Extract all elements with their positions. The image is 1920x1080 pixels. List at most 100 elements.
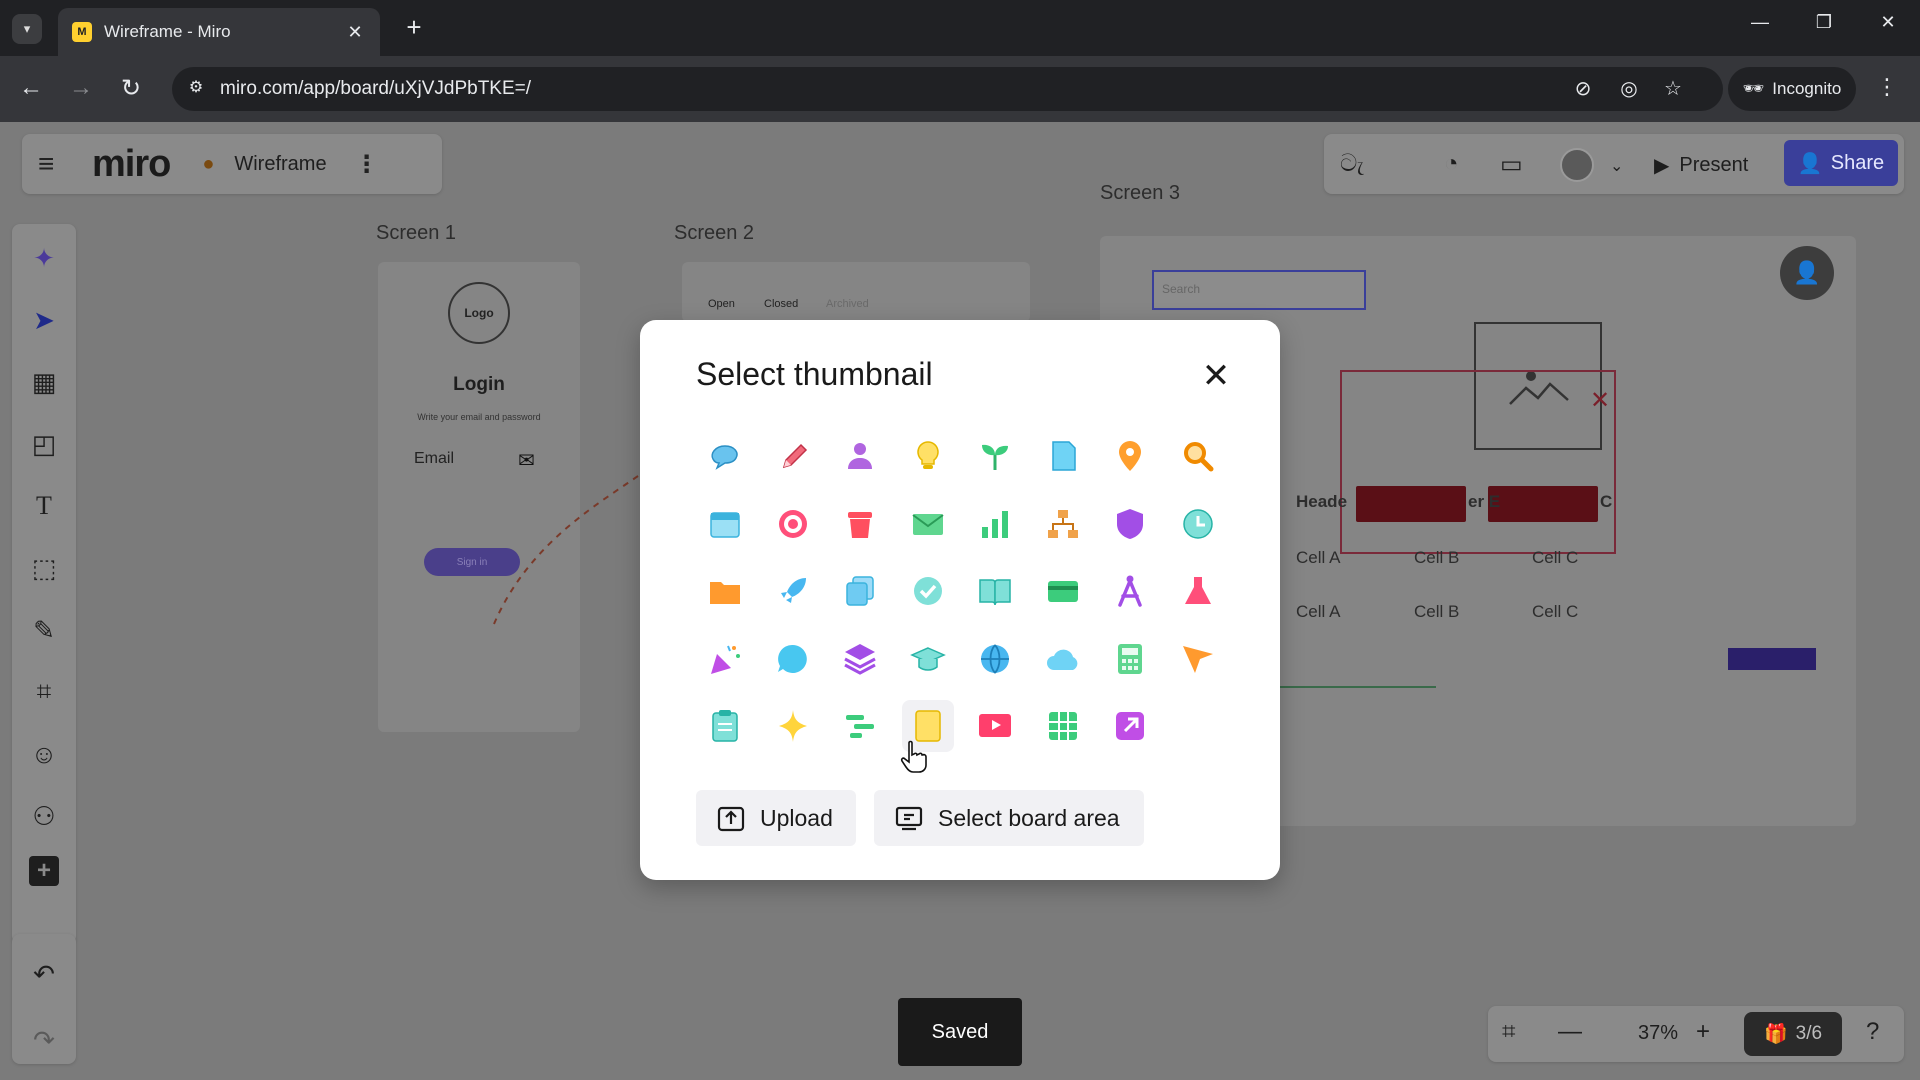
document-icon[interactable] (1037, 430, 1089, 482)
folder-icon[interactable] (699, 565, 751, 617)
chevron-down-icon[interactable]: ⌄ (1610, 156, 1623, 176)
user-avatar[interactable] (1560, 148, 1594, 182)
lightbulb-icon[interactable] (902, 430, 954, 482)
more-tools-icon[interactable]: + (29, 856, 59, 886)
help-icon[interactable]: ? (1866, 1018, 1879, 1046)
board-name[interactable]: Wireframe (234, 153, 326, 176)
tab-search-button[interactable]: ▾ (12, 14, 42, 44)
frame-icon[interactable]: ⌗ (22, 670, 66, 714)
calculator-icon-glyph (1118, 643, 1142, 674)
credit-card-icon[interactable] (1037, 565, 1089, 617)
site-settings-icon[interactable]: ⚙ (184, 77, 208, 101)
magnifier-icon[interactable] (1172, 430, 1224, 482)
grid-table-icon[interactable] (1037, 700, 1089, 752)
emoji-stickers-icon[interactable]: ☺ (22, 732, 66, 776)
external-link-icon[interactable] (1104, 700, 1156, 752)
undo-icon[interactable]: ↶ (22, 952, 66, 996)
clipboard-icon[interactable] (699, 700, 751, 752)
share-label: Share (1830, 151, 1885, 174)
timeline-icon[interactable] (834, 700, 886, 752)
layers-icon[interactable] (834, 633, 886, 685)
comments-icon[interactable]: ◔ (1444, 150, 1459, 178)
flask-icon[interactable] (1172, 565, 1224, 617)
browser-tab[interactable]: M Wireframe - Miro ✕ (58, 8, 380, 56)
video-icon[interactable] (969, 700, 1021, 752)
fit-to-screen-icon[interactable]: ⌗ (1502, 1018, 1516, 1046)
party-popper-icon-glyph (711, 645, 740, 674)
select-board-area-button[interactable]: Select board area (874, 790, 1144, 846)
pencil-icon[interactable] (767, 430, 819, 482)
board-options-icon[interactable]: ⋮ (355, 150, 379, 179)
book-icon[interactable] (969, 565, 1021, 617)
url-field[interactable]: ⚙ miro.com/app/board/uXjVJdPbTKE=/ ⊘ ◎ ☆ (172, 67, 1723, 111)
calculator-icon[interactable] (1104, 633, 1156, 685)
envelope-icon[interactable] (902, 498, 954, 550)
redo-icon[interactable]: ↷ (22, 1018, 66, 1062)
diagramming-icon[interactable]: ⚇ (22, 794, 66, 838)
shapes-icon[interactable]: ⬚ (22, 546, 66, 590)
globe-icon[interactable] (969, 633, 1021, 685)
reactions-icon[interactable]: ටැ (1340, 150, 1364, 178)
table-cell: Cell C (1532, 602, 1579, 621)
party-popper-icon[interactable] (699, 633, 751, 685)
person-icon[interactable] (834, 430, 886, 482)
location-pin-icon[interactable] (1104, 430, 1156, 482)
sparkle-icon[interactable] (767, 700, 819, 752)
dialog-close-icon[interactable]: ✕ (1196, 356, 1236, 396)
sticky-note-tool-icon[interactable]: ◰ (22, 422, 66, 466)
timeline-icon-glyph (846, 715, 874, 738)
sprout-icon[interactable] (969, 430, 1021, 482)
graduation-cap-icon[interactable] (902, 633, 954, 685)
new-tab-button[interactable]: + (398, 12, 430, 43)
speech-bubble-icon[interactable] (699, 430, 751, 482)
cloud-icon-glyph (1046, 649, 1077, 670)
table-cell: Cell A (1296, 548, 1341, 567)
flask-icon-glyph (1184, 577, 1211, 604)
no-camera-icon[interactable]: ⊘ (1568, 76, 1598, 101)
minimize-icon[interactable]: — (1740, 12, 1780, 33)
presentation-pages-button[interactable]: 🎁 3/6 (1744, 1012, 1842, 1056)
target-icon[interactable] (767, 498, 819, 550)
clock-icon[interactable] (1172, 498, 1224, 550)
zoom-in-icon[interactable]: + (1696, 1018, 1710, 1046)
templates-icon[interactable]: ▦ (22, 360, 66, 404)
share-user-icon: 👤 (1797, 152, 1823, 175)
upload-label: Upload (760, 804, 833, 831)
compass-icon[interactable] (1104, 565, 1156, 617)
chat-bubble-icon[interactable] (767, 633, 819, 685)
copy-icon[interactable] (834, 565, 886, 617)
ai-sparkle-icon[interactable]: ✦ (22, 236, 66, 280)
zoom-level[interactable]: 37% (1638, 1022, 1678, 1045)
present-button[interactable]: ▶ Present (1654, 146, 1748, 184)
incognito-indicator[interactable]: 🕶 Incognito (1728, 67, 1856, 111)
trash-icon[interactable] (834, 498, 886, 550)
bookmark-star-icon[interactable]: ☆ (1658, 76, 1688, 101)
upload-button[interactable]: Upload (696, 790, 856, 846)
share-button[interactable]: 👤 Share (1784, 140, 1898, 186)
gift-icon: 🎁 (1763, 1024, 1788, 1045)
reload-icon[interactable]: ↻ (114, 74, 148, 103)
zoom-out-icon[interactable]: — (1558, 1018, 1582, 1046)
calendar-icon[interactable] (699, 498, 751, 550)
shield-icon[interactable] (1104, 498, 1156, 550)
tab-close-icon[interactable]: ✕ (344, 22, 366, 43)
back-icon[interactable]: ← (14, 74, 48, 102)
frame-screen-2[interactable]: Open Closed Archived (682, 262, 1030, 322)
window-close-icon[interactable]: ✕ (1868, 12, 1908, 33)
browser-menu-icon[interactable]: ⋮ (1876, 74, 1898, 100)
org-chart-icon[interactable] (1037, 498, 1089, 550)
eye-off-icon[interactable]: ◎ (1614, 76, 1644, 101)
main-menu-icon[interactable]: ≡ (38, 148, 68, 180)
bar-chart-icon[interactable] (969, 498, 1021, 550)
video-call-icon[interactable]: ▭ (1500, 150, 1523, 179)
text-tool-icon[interactable]: T (22, 484, 66, 528)
select-cursor-icon[interactable]: ➤ (22, 298, 66, 342)
check-circle-icon[interactable] (902, 565, 954, 617)
forward-icon[interactable]: → (64, 74, 98, 102)
wireframe-dialog (1340, 370, 1616, 554)
rocket-icon[interactable] (767, 565, 819, 617)
cloud-icon[interactable] (1037, 633, 1089, 685)
cursor-arrow-icon[interactable] (1172, 633, 1224, 685)
pen-icon[interactable]: ✎ (22, 608, 66, 652)
restore-icon[interactable]: ❐ (1804, 12, 1844, 33)
